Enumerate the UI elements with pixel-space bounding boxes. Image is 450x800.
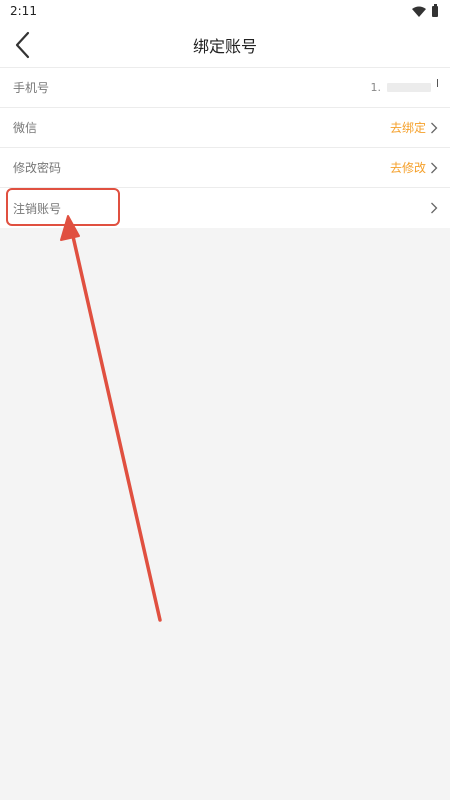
row-cancel-account[interactable]: 注销账号 <box>0 188 450 228</box>
row-change-password[interactable]: 修改密码 去修改 <box>0 148 450 188</box>
row-wechat[interactable]: 微信 去绑定 <box>0 108 450 148</box>
cancel-account-right <box>430 202 438 214</box>
phone-label: 手机号 <box>13 81 50 95</box>
wechat-label: 微信 <box>13 121 38 135</box>
wifi-icon <box>412 6 426 17</box>
chevron-right-icon <box>431 202 438 214</box>
chevron-right-icon <box>431 122 438 133</box>
phone-tick <box>437 78 438 87</box>
status-icons <box>412 3 438 17</box>
chevron-right-icon <box>431 162 438 173</box>
status-time: 2:11 <box>10 4 37 18</box>
phone-value: 1. <box>370 78 438 94</box>
row-phone: 手机号 1. <box>0 68 450 108</box>
phone-prefix: 1. <box>370 81 382 94</box>
page-title: 绑定账号 <box>192 36 257 56</box>
change-password-right: 去修改 <box>390 159 438 176</box>
header: 绑定账号 <box>0 22 450 68</box>
battery-icon <box>432 3 438 17</box>
settings-list: 手机号 1. 微信 去绑定 修改密码 去修改 注销账号 <box>0 68 450 228</box>
change-password-action[interactable]: 去修改 <box>390 159 426 176</box>
back-arrow-icon <box>15 31 30 59</box>
cancel-account-label: 注销账号 <box>13 201 62 216</box>
phone-mask <box>387 83 431 92</box>
change-password-label: 修改密码 <box>13 161 62 175</box>
status-bar: 2:11 <box>0 0 450 22</box>
wechat-bind-action[interactable]: 去绑定 <box>390 119 426 136</box>
back-button[interactable] <box>0 22 44 68</box>
wechat-right: 去绑定 <box>390 119 438 136</box>
